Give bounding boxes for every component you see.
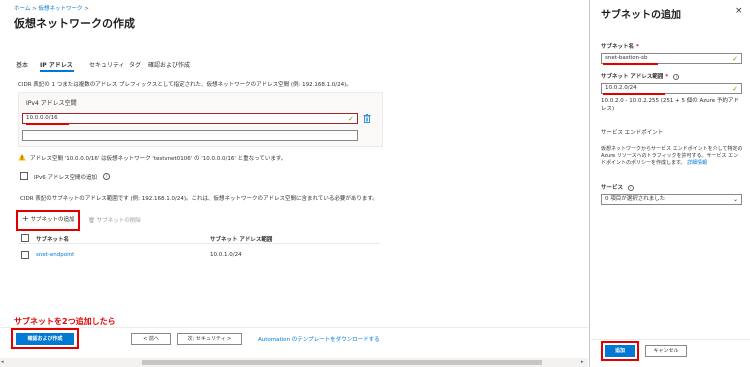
delete-subnet-button: 🗑 サブネットの削除 [88,216,141,224]
info-icon[interactable]: i [103,173,110,180]
tab-tags[interactable]: タグ [129,60,141,69]
row-checkbox[interactable] [21,251,29,259]
subnet-name-label-text: サブネット名 [601,44,635,50]
column-header-range[interactable]: サブネット アドレス範囲 [210,235,272,243]
table-row: snet-endpoint 10.0.1.0/24 [18,249,380,261]
breadcrumb-home[interactable]: ホーム [14,6,30,12]
valid-check-icon: ✓ [348,115,354,123]
subnet-range-value: 10.0.2.0/24 [605,85,637,91]
red-box-review-create [11,328,79,349]
download-template-link[interactable]: Automation のテンプレートをダウンロードする [258,335,380,343]
warning-icon [18,153,26,161]
tab-review-create[interactable]: 確認および作成 [148,60,190,69]
scrollbar-thumb[interactable] [142,360,542,365]
select-all-checkbox[interactable] [21,234,29,242]
ipv4-address-input[interactable]: 10.0.0.0/16 ✓ [22,113,358,124]
required-mark: * [635,44,639,50]
chevron-down-icon: ⌄ [732,196,738,203]
scroll-right-arrow[interactable]: ▸ [581,359,584,365]
tab-ip-addresses[interactable]: IP アドレス [40,60,73,69]
subnet-name-value: snet-bastion-sb [605,55,648,61]
scroll-left-arrow[interactable]: ◂ [1,359,4,365]
subnet-range: 10.0.1.0/24 [210,252,242,258]
next-button[interactable]: 次: セキュリティ > [177,333,242,345]
tab-security[interactable]: セキュリティ [89,60,125,69]
subnet-range-label-text: サブネット アドレス範囲 [601,74,664,80]
breadcrumb-separator: > [32,6,37,12]
red-underline-range [603,93,665,95]
main-blade: ホーム > 仮想ネットワーク > 仮想ネットワークの作成 基本 IP アドレス … [0,0,588,367]
add-subnet-panel: サブネットの追加 × サブネット名 * snet-bastion-sb ✓ サブ… [591,0,750,367]
service-endpoints-header: サービス エンドポイント [601,130,664,136]
page-title: 仮想ネットワークの作成 [14,17,135,30]
info-icon[interactable]: i [673,74,680,80]
trash-icon: 🗑 [88,218,95,224]
red-box-add [601,341,639,361]
red-underline-name [603,63,658,65]
ipv4-label: IPv4 アドレス空間 [26,100,77,107]
blade-divider [589,0,590,367]
services-dropdown[interactable]: 0 項目が選択されました ⌄ [601,194,742,205]
subnet-name-link[interactable]: snet-endpoint [36,252,74,258]
column-header-name[interactable]: サブネット名 [36,235,69,243]
ipv4-new-address-input[interactable] [22,130,358,141]
required-mark: * [665,74,669,80]
ipv4-address-value: 10.0.0.0/16 [26,115,58,121]
services-label-text: サービス [601,185,624,191]
horizontal-scrollbar[interactable]: ◂ ▸ [0,358,588,367]
subnet-name-label: サブネット名 * [601,42,639,50]
info-icon[interactable]: i [627,185,634,191]
range-info-text: 10.0.2.0 - 10.0.2.255 (251 + 5 個の Azure … [601,98,739,112]
tab-basics[interactable]: 基本 [16,60,28,69]
endpoint-desc-text: 仮想ネットワークからサービス エンドポイントを介して特定の Azure リソース… [601,146,743,166]
ipv6-checkbox[interactable] [20,172,28,180]
valid-check-icon: ✓ [732,85,738,93]
services-dropdown-value: 0 項目が選択されました [605,196,666,202]
annotation-text: サブネットを2つ追加したら [14,317,116,326]
panel-footer-divider [591,339,750,340]
previous-button[interactable]: < 前へ [131,333,171,345]
subnet-description: CIDR 表記のサブネットのアドレス範囲です (例: 192.168.1.0/2… [20,196,378,202]
delete-subnet-label: サブネットの削除 [96,218,141,224]
close-icon[interactable]: × [735,6,743,16]
valid-check-icon: ✓ [732,55,738,63]
subnet-table: サブネット名 サブネット アドレス範囲 snet-endpoint 10.0.1… [18,232,380,268]
breadcrumb-vnet[interactable]: 仮想ネットワーク [38,6,82,12]
breadcrumb-separator: > [84,6,89,12]
cancel-button[interactable]: キャンセル [645,345,687,357]
learn-more-link[interactable]: 詳細情報 [687,160,707,166]
footer-divider [0,327,588,328]
red-box-add-subnet [16,210,80,231]
services-label: サービス i [601,183,634,191]
breadcrumb: ホーム > 仮想ネットワーク > [14,4,89,12]
panel-title: サブネットの追加 [601,10,681,21]
table-header: サブネット名 サブネット アドレス範囲 [18,232,380,244]
red-underline-address [26,123,69,125]
subnet-range-label: サブネット アドレス範囲 * i [601,72,680,80]
ipv6-label: IPv6 アドレス空間の追加 [34,175,97,181]
tab-active-underline [40,70,74,72]
delete-address-icon[interactable] [363,114,371,123]
overlap-warning-text: アドレス空間 '10.0.0.0/16' は仮想ネットワーク 'testvnet… [30,156,287,162]
cidr-description: CIDR 表記の 1 つまたは複数のアドレス プレフィックスとして指定された、仮… [18,82,352,88]
service-endpoints-description: 仮想ネットワークからサービス エンドポイントを介して特定の Azure リソース… [601,146,743,167]
